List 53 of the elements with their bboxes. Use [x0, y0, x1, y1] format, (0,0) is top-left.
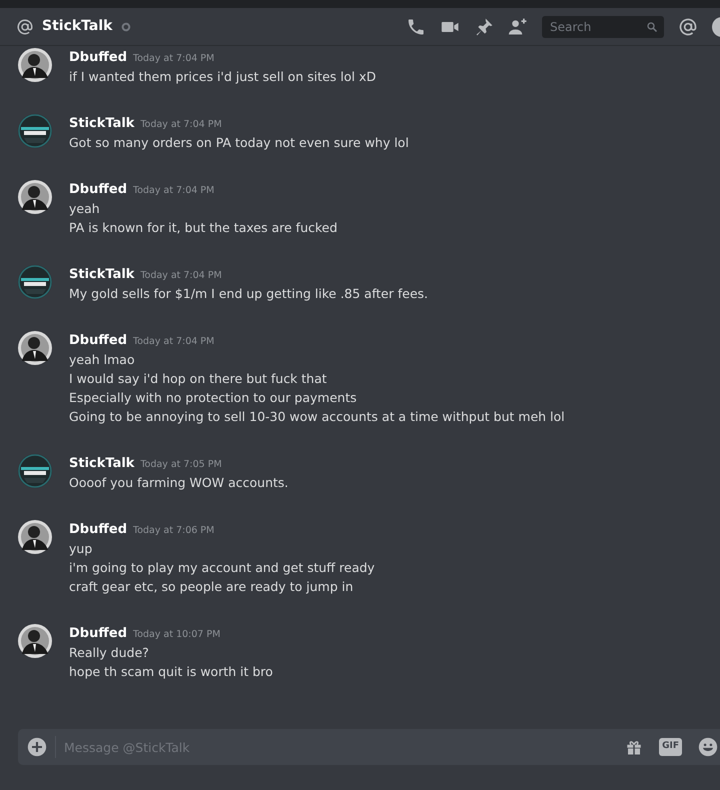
avatar[interactable]	[18, 624, 52, 658]
timestamp: Today at 7:04 PM	[140, 118, 222, 132]
timestamp: Today at 7:04 PM	[133, 184, 214, 198]
message-text: yeah	[69, 200, 101, 218]
upload-icon[interactable]	[27, 737, 47, 757]
emoji-icon[interactable]	[698, 737, 718, 757]
message-text: craft gear etc, so people are ready to jump in	[69, 578, 354, 596]
message-text: Really dude?	[69, 644, 150, 662]
message-text: hope th scam quit is worth it bro	[69, 663, 273, 681]
search-icon	[646, 20, 658, 32]
message-text: PA is known for it, but the taxes are fucked	[69, 219, 338, 237]
author-name[interactable]: Dbuffed	[69, 48, 128, 67]
mention-icon[interactable]	[678, 16, 698, 36]
at-icon	[16, 18, 34, 36]
avatar[interactable]	[18, 454, 52, 488]
timestamp: Today at 7:04 PM	[140, 269, 222, 283]
message-text: Got so many orders on PA today not even sure why lol	[69, 134, 409, 152]
timestamp: Today at 7:04 PM	[133, 52, 214, 66]
timestamp: Today at 7:06 PM	[133, 524, 214, 538]
author-name[interactable]: Dbuffed	[69, 624, 128, 643]
gif-button[interactable]: GIF	[659, 738, 682, 756]
author-name[interactable]: Dbuffed	[69, 180, 128, 199]
gift-icon[interactable]	[625, 738, 644, 756]
timestamp: Today at 10:07 PM	[133, 628, 220, 642]
timestamp: Today at 7:05 PM	[140, 458, 222, 472]
avatar[interactable]	[18, 180, 52, 214]
avatar[interactable]	[18, 331, 52, 365]
message-text: Going to be annoying to sell 10-30 wow accounts at a time withput but meh lol	[69, 408, 565, 426]
message-text: I would say i'd hop on there but fuck that	[69, 370, 328, 388]
search-field[interactable]: Search	[548, 16, 638, 36]
avatar[interactable]	[18, 520, 52, 554]
channel-title: StickTalk	[42, 17, 112, 36]
message-text: My gold sells for $1/m I end up getting like .85 after fees.	[69, 285, 428, 303]
author-name[interactable]: StickTalk	[69, 265, 134, 284]
status-icon	[120, 22, 130, 32]
pin-icon[interactable]	[474, 16, 494, 36]
message-text: Oooof you farming WOW accounts.	[69, 474, 288, 492]
avatar[interactable]	[18, 114, 52, 148]
avatar[interactable]	[18, 48, 52, 82]
message-text: yup	[69, 540, 94, 558]
message-text: if I wanted them prices i'd just sell on sites lol xD	[69, 68, 376, 86]
message-text: yeah lmao	[69, 351, 136, 369]
author-name[interactable]: StickTalk	[69, 114, 134, 133]
phone-icon[interactable]	[406, 16, 426, 36]
message-text: i'm going to play my account and get stuff ready	[69, 559, 375, 577]
author-name[interactable]: Dbuffed	[69, 331, 128, 350]
message-text: Especially with no protection to our payments	[69, 389, 358, 407]
timestamp: Today at 7:04 PM	[133, 335, 214, 349]
search-bar[interactable]: Search	[542, 16, 664, 38]
add-friend-icon[interactable]	[508, 16, 528, 36]
avatar[interactable]	[18, 265, 52, 299]
author-name[interactable]: Dbuffed	[69, 520, 128, 539]
author-name[interactable]: StickTalk	[69, 454, 134, 473]
